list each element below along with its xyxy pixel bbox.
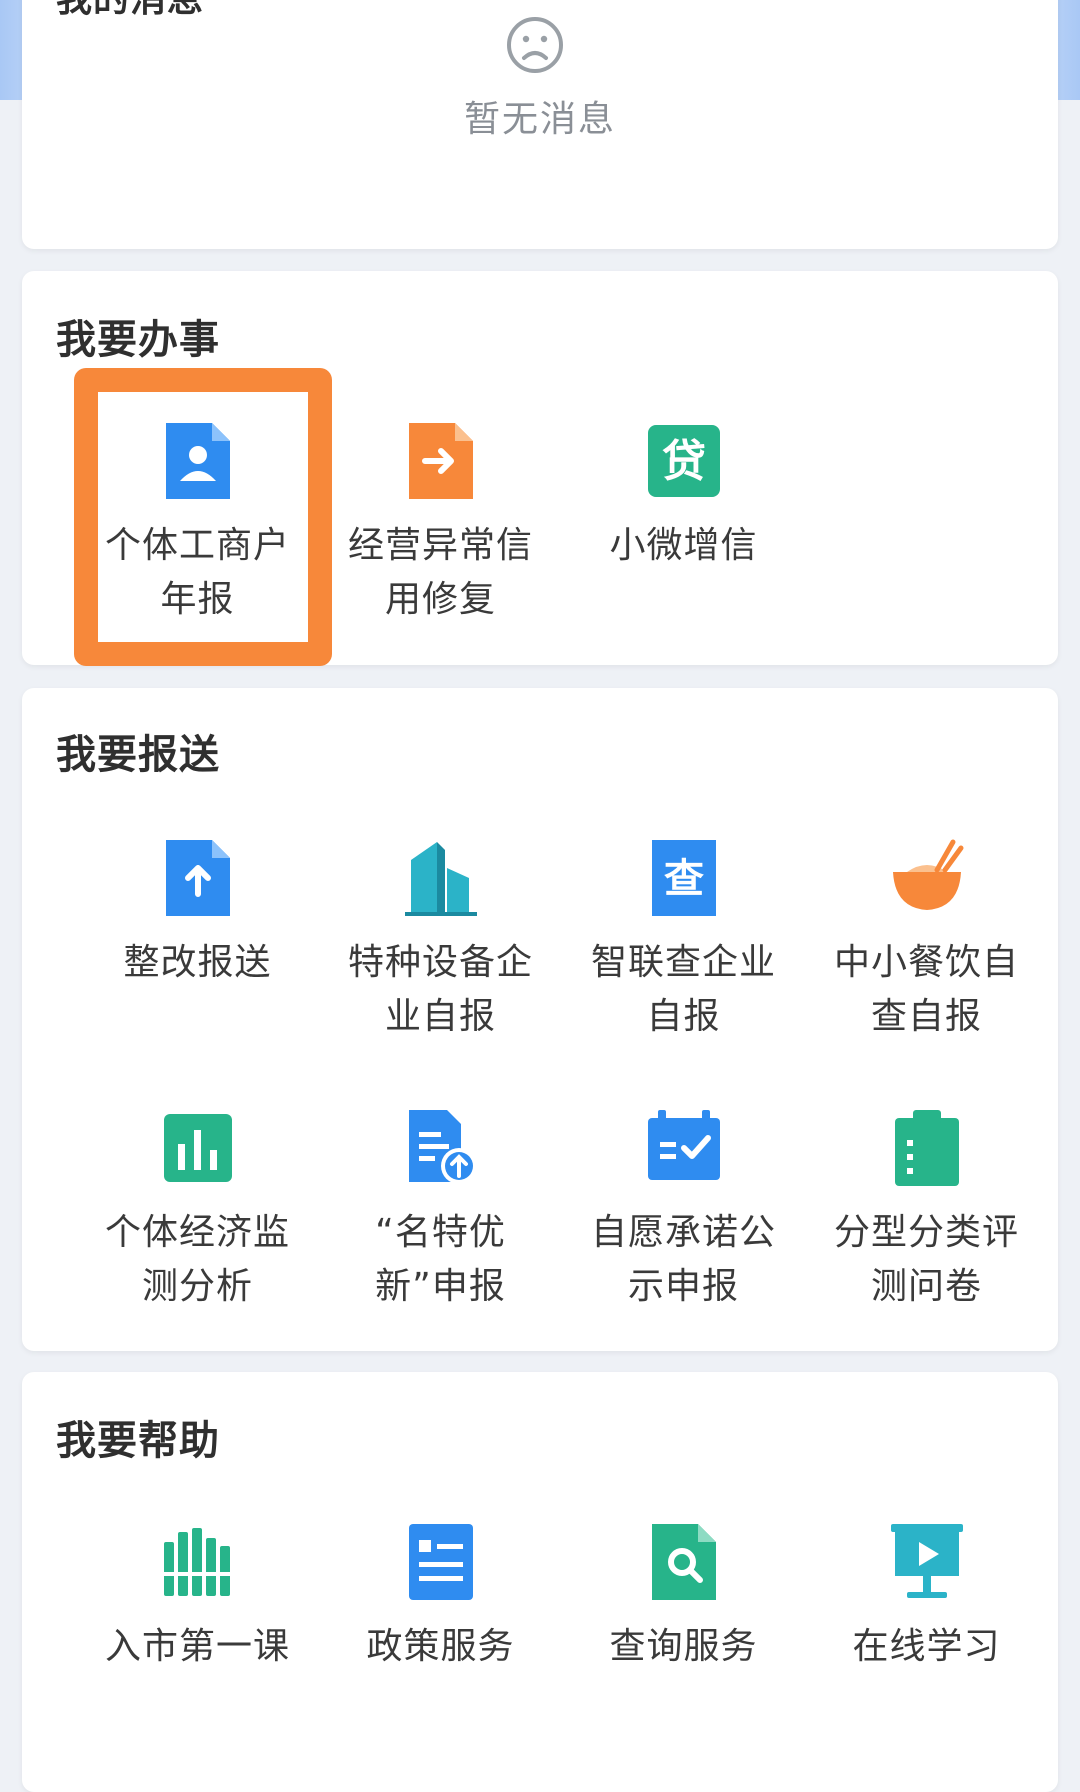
- work-card: 我要办事 个体工商户年报 经营异常信用修复 贷 小微增信: [22, 271, 1058, 665]
- report-title: 我要报送: [56, 732, 220, 778]
- service-item-annual-report[interactable]: 个体工商户年报: [76, 421, 319, 627]
- bar-chart-icon: [163, 1114, 232, 1182]
- service-item-credit-repair[interactable]: 经营异常信用修复: [319, 421, 562, 627]
- clipboard-icon: [894, 1110, 959, 1186]
- service-label: “名特优新”申报: [375, 1212, 506, 1307]
- person-doc-icon: [165, 423, 230, 499]
- service-label: 特种设备企业自报: [347, 942, 533, 1037]
- service-label: 政策服务: [366, 1626, 515, 1667]
- messages-card: 我的消息 暂无消息: [22, 0, 1058, 249]
- help-item-first-lesson[interactable]: 入市第一课: [76, 1522, 319, 1674]
- service-label: 个体经济监测分析: [104, 1212, 290, 1307]
- report-item-special-equipment[interactable]: 特种设备企业自报: [319, 838, 562, 1044]
- arrow-doc-icon: [408, 423, 473, 499]
- work-title: 我要办事: [56, 317, 220, 363]
- svg-text:查: 查: [664, 856, 704, 902]
- service-label: 自愿承诺公示申报: [590, 1212, 776, 1307]
- service-label: 整改报送: [123, 942, 272, 983]
- empty-message-text: 暂无消息: [463, 99, 616, 140]
- help-item-query-service[interactable]: 查询服务: [562, 1522, 805, 1674]
- service-label: 查询服务: [609, 1626, 758, 1667]
- service-label: 小微增信: [609, 525, 758, 566]
- service-label: 个体工商户年报: [104, 525, 290, 620]
- report-item-famous-new[interactable]: “名特优新”申报: [319, 1108, 562, 1314]
- doc-upload-icon: [408, 1110, 477, 1184]
- help-card: 我要帮助 入市第一课 政策服务 查询服务 在线学习: [22, 1372, 1058, 1792]
- service-label: 经营异常信用修复: [347, 525, 533, 620]
- policy-doc-icon: [408, 1524, 473, 1600]
- service-label: 智联查企业自报: [590, 942, 776, 1037]
- report-item-zhilian-check[interactable]: 查 智联查企业自报: [562, 838, 805, 1044]
- books-icon: [161, 1528, 232, 1596]
- report-item-economic-monitor[interactable]: 个体经济监测分析: [76, 1108, 319, 1314]
- sad-face-icon: [507, 17, 563, 73]
- calendar-check-icon: [647, 1110, 720, 1180]
- loan-icon: 贷: [647, 425, 720, 497]
- help-title: 我要帮助: [56, 1418, 220, 1464]
- building-icon: [404, 842, 477, 916]
- presentation-icon: [890, 1524, 963, 1598]
- report-item-voluntary-pledge[interactable]: 自愿承诺公示申报: [562, 1108, 805, 1314]
- messages-title: 我的消息: [56, 0, 204, 22]
- check-doc-icon: 查: [651, 840, 716, 916]
- report-item-catering[interactable]: 中小餐饮自查自报: [805, 838, 1048, 1044]
- search-doc-icon: [651, 1524, 716, 1600]
- service-label: 在线学习: [852, 1626, 1001, 1667]
- report-item-rectification[interactable]: 整改报送: [76, 838, 319, 990]
- upload-doc-icon: [165, 840, 230, 916]
- bowl-icon: [892, 839, 963, 910]
- service-label: 入市第一课: [104, 1626, 290, 1667]
- svg-text:贷: 贷: [662, 436, 706, 487]
- help-item-online-learning[interactable]: 在线学习: [805, 1522, 1048, 1674]
- service-label: 中小餐饮自查自报: [833, 942, 1019, 1037]
- report-item-classification-survey[interactable]: 分型分类评测问卷: [805, 1108, 1048, 1314]
- service-label: 分型分类评测问卷: [833, 1212, 1019, 1307]
- help-item-policy-service[interactable]: 政策服务: [319, 1522, 562, 1674]
- service-item-small-credit[interactable]: 贷 小微增信: [562, 421, 805, 573]
- report-card: 我要报送 整改报送 特种设备企业自报 查 智联查企业自报 中小餐饮自查自报 个体…: [22, 688, 1058, 1351]
